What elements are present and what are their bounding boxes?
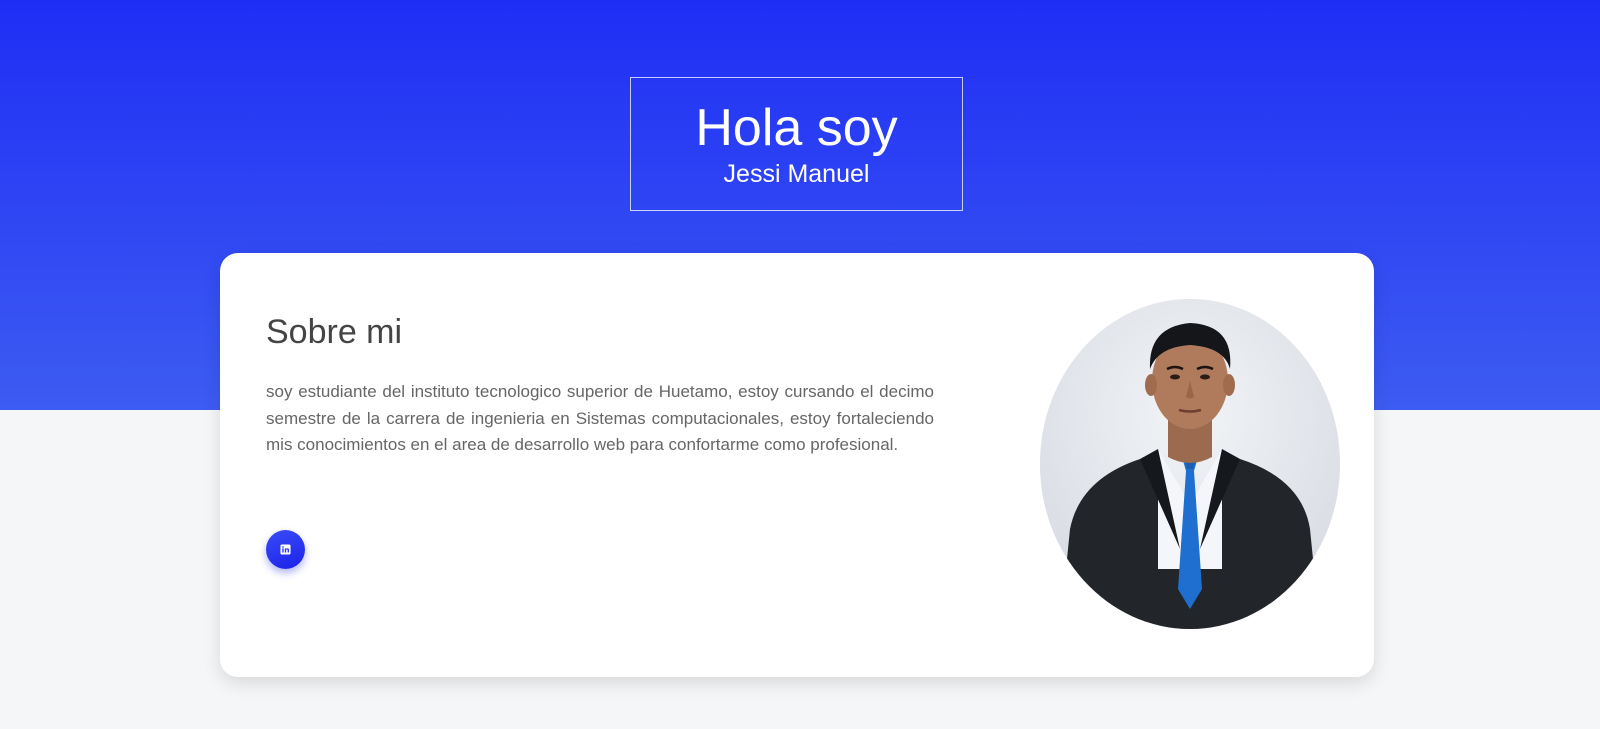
hero-title-box: Hola soy Jessi Manuel: [630, 77, 963, 211]
profile-photo: [1040, 299, 1340, 629]
about-text: soy estudiante del instituto tecnologico…: [266, 382, 934, 454]
about-card: Sobre mi soy estudiante del instituto te…: [220, 253, 1374, 677]
profile-photo-illustration: [1040, 299, 1340, 629]
about-heading: Sobre mi: [266, 313, 403, 351]
linkedin-icon: [280, 544, 291, 555]
hero-subtitle: Jessi Manuel: [723, 160, 870, 188]
hero-title: Hola soy: [695, 99, 898, 157]
linkedin-button[interactable]: [266, 530, 305, 569]
